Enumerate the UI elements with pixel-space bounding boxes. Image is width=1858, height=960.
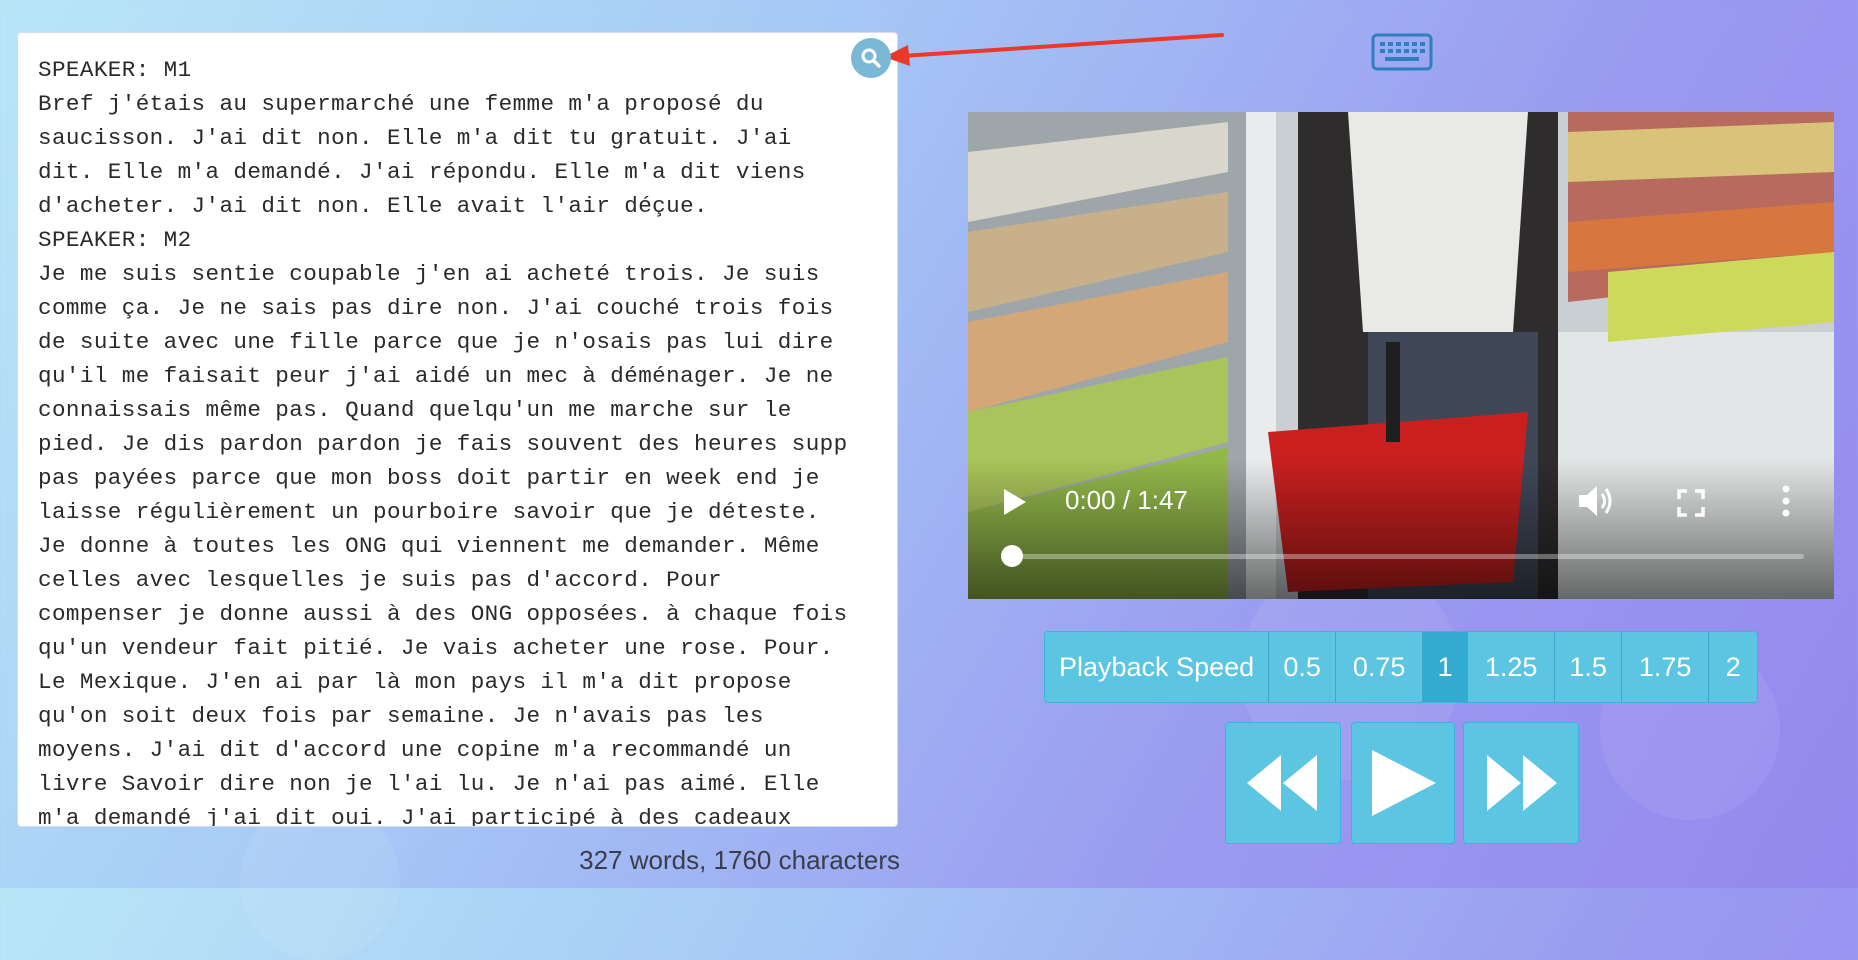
play-button[interactable] <box>1351 722 1455 844</box>
speed-option-2[interactable]: 2 <box>1708 632 1758 702</box>
transcript-line: qu'il me faisait peur j'ai aidé un mec à… <box>38 363 834 389</box>
video-controls-overlay <box>968 459 1834 599</box>
transcript-line: compenser je donne aussi à des ONG oppos… <box>38 601 848 627</box>
fast-forward-icon <box>1487 755 1557 811</box>
annotation-arrow <box>884 33 1224 66</box>
video-progress-thumb[interactable] <box>1001 545 1023 567</box>
transcript-line: qu'on soit deux fois par semaine. Je n'a… <box>38 703 764 729</box>
playback-speed-selector: Playback Speed 0.5 0.75 1 1.25 1.5 1.75 2 <box>1044 631 1759 703</box>
speed-option-0-5[interactable]: 0.5 <box>1268 632 1336 702</box>
transcript-line: saucisson. J'ai dit non. Elle m'a dit tu… <box>38 125 792 151</box>
speaker-label: SPEAKER: M1 <box>38 57 192 83</box>
transcript-line: de suite avec une fille parce que je n'o… <box>38 329 834 355</box>
play-icon <box>1004 489 1026 515</box>
transcript-line: Le Mexique. J'en ai par là mon pays il m… <box>38 669 792 695</box>
speed-option-0-75[interactable]: 0.75 <box>1335 632 1423 702</box>
volume-icon <box>1579 486 1612 516</box>
more-vertical-icon <box>1782 485 1790 517</box>
rewind-button[interactable] <box>1225 722 1341 844</box>
video-fullscreen-button[interactable] <box>1677 489 1705 522</box>
word-character-count: 327 words, 1760 characters <box>579 845 900 875</box>
keyboard-icon <box>1371 33 1433 71</box>
search-icon <box>861 48 881 68</box>
search-button[interactable] <box>851 38 891 78</box>
transcript-line: moyens. J'ai dit d'accord une copine m'a… <box>38 737 792 763</box>
transcript-line: qu'un vendeur fait pitié. Je vais achete… <box>38 635 834 661</box>
speed-option-1[interactable]: 1 <box>1422 632 1468 702</box>
rewind-icon <box>1247 755 1317 811</box>
video-player[interactable]: 0:00 / 1:47 <box>968 112 1834 599</box>
transcript-line: laisse régulièrement un pourboire savoir… <box>38 499 820 525</box>
transcript-line: comme ça. Je ne sais pas dire non. J'ai … <box>38 295 834 321</box>
transcript-line: livre Savoir dire non je l'ai lu. Je n'a… <box>38 771 820 797</box>
speed-option-1-75[interactable]: 1.75 <box>1621 632 1709 702</box>
video-more-options-button[interactable] <box>1781 485 1791 522</box>
fast-forward-button[interactable] <box>1463 722 1579 844</box>
transcript-line: celles avec lesquelles je suis pas d'acc… <box>38 567 722 593</box>
transcript-line: Je me suis sentie coupable j'en ai achet… <box>38 261 820 287</box>
transcript-line: pied. Je dis pardon pardon je fais souve… <box>38 431 848 457</box>
keyboard-shortcuts-button[interactable] <box>1371 33 1433 76</box>
playback-speed-label: Playback Speed <box>1045 632 1269 702</box>
transcript-line: dit. Elle m'a demandé. J'ai répondu. Ell… <box>38 159 806 185</box>
transcript-line: connaissais même pas. Quand quelqu'un me… <box>38 397 792 423</box>
play-icon <box>1372 750 1436 816</box>
video-progress-track[interactable] <box>1012 554 1804 559</box>
transcript-line: Je donne à toutes les ONG qui viennent m… <box>38 533 820 559</box>
speed-option-1-5[interactable]: 1.5 <box>1554 632 1622 702</box>
video-play-button[interactable] <box>1002 487 1028 522</box>
speed-option-1-25[interactable]: 1.25 <box>1467 632 1555 702</box>
video-time: 0:00 / 1:47 <box>1065 485 1188 515</box>
fullscreen-icon <box>1677 489 1705 517</box>
transcript-panel[interactable]: SPEAKER: M1 Bref j'étais au supermarché u… <box>17 32 898 827</box>
transcript-line: pas payées parce que mon boss doit parti… <box>38 465 820 491</box>
transcript-line: m'a demandé j'ai dit oui. J'ai participé… <box>38 805 792 827</box>
speaker-label: SPEAKER: M2 <box>38 227 192 253</box>
transcript-text[interactable]: SPEAKER: M1 Bref j'étais au supermarché u… <box>38 53 877 827</box>
video-volume-button[interactable] <box>1577 483 1615 524</box>
transcript-line: Bref j'étais au supermarché une femme m'… <box>38 91 764 117</box>
transcript-line: d'acheter. J'ai dit non. Elle avait l'ai… <box>38 193 709 219</box>
